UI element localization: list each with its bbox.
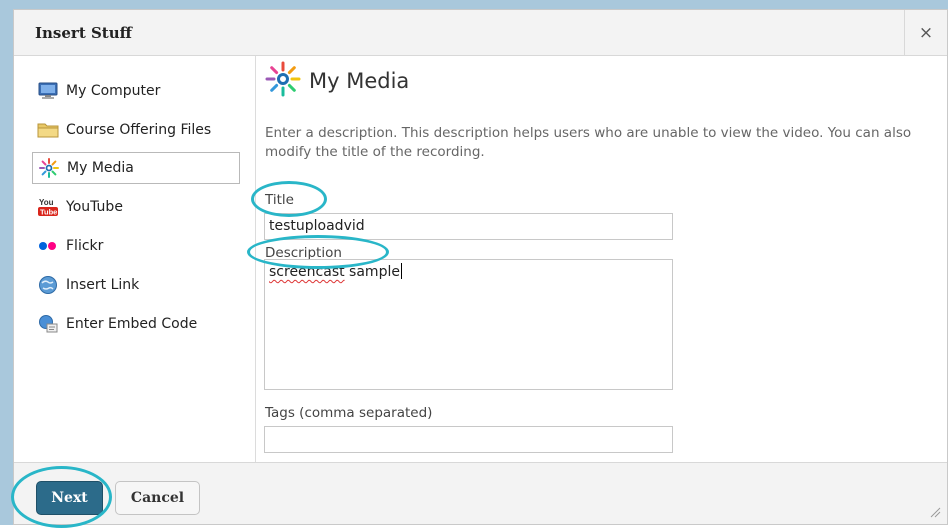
description-field[interactable]: screencast sample bbox=[264, 259, 673, 390]
sidebar-item-label: YouTube bbox=[66, 199, 123, 215]
close-button[interactable]: × bbox=[904, 10, 947, 55]
monitor-icon bbox=[36, 81, 60, 101]
dialog-footer: Next Cancel bbox=[11, 462, 947, 528]
resize-grip-icon[interactable] bbox=[929, 506, 941, 518]
sidebar-item-enter-embed-code[interactable]: Enter Embed Code bbox=[32, 308, 240, 340]
instructions-text: Enter a description. This description he… bbox=[265, 125, 912, 160]
embed-code-icon bbox=[36, 314, 60, 334]
next-button[interactable]: Next bbox=[36, 481, 103, 515]
dialog-title: Insert Stuff bbox=[35, 24, 132, 42]
text-caret bbox=[400, 263, 402, 279]
description-text-rest: sample bbox=[344, 264, 400, 280]
sidebar-item-label: Insert Link bbox=[66, 277, 140, 293]
title-label: Title bbox=[265, 192, 294, 208]
dialog-titlebar: Insert Stuff × bbox=[14, 10, 947, 56]
main-panel: My Media Enter a description. This descr… bbox=[247, 56, 947, 462]
page-title: My Media bbox=[309, 69, 410, 93]
folder-icon bbox=[36, 120, 60, 140]
sidebar-item-label: Enter Embed Code bbox=[66, 316, 198, 332]
youtube-icon: You Tube bbox=[36, 197, 60, 217]
title-field[interactable]: testuploadvid bbox=[264, 213, 673, 240]
tags-label: Tags (comma separated) bbox=[265, 405, 433, 421]
my-media-logo-icon bbox=[265, 61, 301, 101]
sidebar-item-my-computer[interactable]: My Computer bbox=[32, 75, 240, 107]
sidebar-item-youtube[interactable]: You Tube YouTube bbox=[32, 191, 240, 223]
media-header: My Media bbox=[265, 61, 409, 101]
sidebar: My Computer Course Offering Files My Med… bbox=[14, 56, 256, 462]
flickr-icon bbox=[36, 236, 60, 256]
my-media-icon bbox=[37, 158, 61, 178]
spellcheck-word: screencast bbox=[269, 264, 345, 280]
globe-link-icon bbox=[36, 275, 60, 295]
cancel-button[interactable]: Cancel bbox=[115, 481, 200, 515]
sidebar-item-flickr[interactable]: Flickr bbox=[32, 230, 240, 262]
close-icon: × bbox=[918, 22, 934, 43]
sidebar-item-label: My Computer bbox=[66, 83, 161, 99]
tags-field[interactable] bbox=[264, 426, 673, 453]
sidebar-item-insert-link[interactable]: Insert Link bbox=[32, 269, 240, 301]
insert-stuff-dialog: Insert Stuff × My Computer Course Offeri… bbox=[11, 9, 948, 528]
sidebar-item-label: Flickr bbox=[66, 238, 104, 254]
sidebar-item-label: Course Offering Files bbox=[66, 122, 212, 138]
svg-text:Tube: Tube bbox=[40, 208, 57, 217]
svg-text:You: You bbox=[39, 198, 54, 207]
sidebar-item-label: My Media bbox=[67, 160, 134, 176]
sidebar-item-my-media[interactable]: My Media bbox=[32, 152, 240, 184]
sidebar-item-course-offering-files[interactable]: Course Offering Files bbox=[32, 114, 240, 146]
